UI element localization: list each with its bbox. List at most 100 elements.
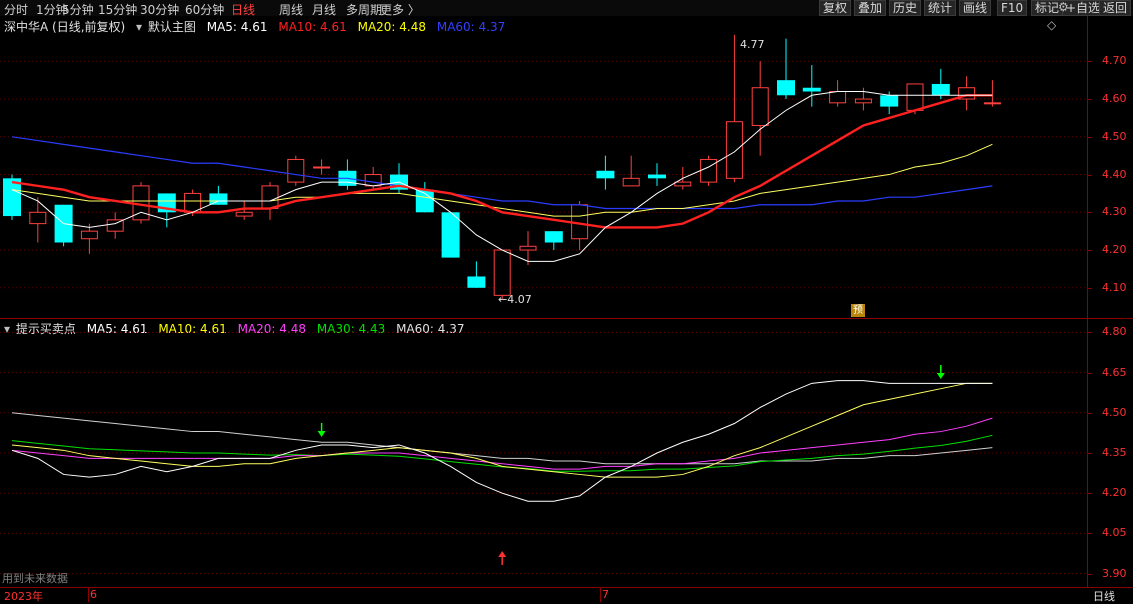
sub-price-tick: 4.35 xyxy=(1102,446,1127,459)
buy-signal-head xyxy=(498,551,507,557)
candle-body xyxy=(467,276,486,288)
month-label-6: 6 xyxy=(90,588,97,601)
top-toolbar: 分时 1分钟 5分钟 15分钟 30分钟 60分钟 日线 周线 月线 多周期 更多 〉 复权 叠加 历史… xyxy=(0,0,1133,17)
sub-price-tick: 4.50 xyxy=(1102,405,1127,419)
settings-icon[interactable]: ⚙ xyxy=(1058,0,1069,14)
candle xyxy=(983,80,1001,107)
price-tick: 4.40 xyxy=(1102,167,1127,181)
toolbar-button-5[interactable]: F10 xyxy=(997,0,1028,16)
candle-body xyxy=(493,249,511,296)
candle xyxy=(390,163,408,194)
candle xyxy=(338,159,357,190)
price-tick: 4.50 xyxy=(1102,129,1127,143)
candle xyxy=(829,80,847,107)
sub-ma30-line xyxy=(11,434,993,472)
candle xyxy=(493,249,511,300)
candle xyxy=(80,223,98,254)
sub-ma60-line xyxy=(11,412,993,465)
candle xyxy=(106,212,124,239)
candle-body xyxy=(80,230,98,240)
candle-body xyxy=(674,181,692,187)
price-tick: 4.70 xyxy=(1102,54,1127,68)
candle xyxy=(54,204,73,247)
candle-body xyxy=(983,102,1001,105)
candle xyxy=(313,159,331,175)
candle xyxy=(3,174,21,220)
candle-body xyxy=(235,211,253,217)
ma10-line xyxy=(11,94,993,229)
sub-price-tick: 4.65 xyxy=(1102,365,1127,379)
candle-body xyxy=(313,166,331,169)
sell-signal-head xyxy=(936,373,945,379)
candle-body xyxy=(287,158,305,183)
candle-body xyxy=(725,121,743,179)
ma5-line xyxy=(11,91,993,262)
price-tick: 4.30 xyxy=(1102,205,1127,219)
candle-body xyxy=(777,80,795,96)
candle xyxy=(648,163,666,186)
candle xyxy=(931,68,950,100)
sub-price-tick: 3.90 xyxy=(1102,566,1127,580)
candle xyxy=(802,65,821,107)
sub-ma5-line xyxy=(11,380,993,502)
sub-price-tick: 4.80 xyxy=(1102,325,1127,339)
candle xyxy=(700,155,718,186)
candle-body xyxy=(441,212,460,258)
toolbar-button-3[interactable]: 统计 xyxy=(924,0,957,16)
month-tick xyxy=(600,588,601,602)
price-tick: 4.20 xyxy=(1102,243,1127,257)
time-axis-border xyxy=(0,587,1133,588)
candle-body xyxy=(906,83,924,111)
future-data-note: 用到未来数据 xyxy=(2,572,68,585)
year-label: 2023年 xyxy=(4,590,43,603)
candle xyxy=(441,212,460,258)
month-label-7: 7 xyxy=(602,588,609,601)
candle-body xyxy=(700,158,718,183)
candle xyxy=(209,185,228,205)
candle xyxy=(777,38,795,100)
candle xyxy=(751,61,769,156)
low-price-label: ←4.07 xyxy=(498,293,532,306)
candle-body xyxy=(596,170,615,179)
candle-body xyxy=(648,174,666,179)
candle xyxy=(725,34,743,183)
candle-body xyxy=(622,177,640,187)
candle xyxy=(29,197,47,243)
toolbar-button-1[interactable]: 叠加 xyxy=(854,0,887,16)
candle xyxy=(467,261,486,288)
pre-badge[interactable]: 预 xyxy=(851,304,865,317)
sell-signal-head xyxy=(317,431,326,437)
sub-price-tick: 4.05 xyxy=(1102,526,1127,540)
candle xyxy=(596,155,615,190)
candle-body xyxy=(261,185,279,210)
candle xyxy=(544,231,563,251)
candle xyxy=(958,76,976,111)
price-tick: 4.60 xyxy=(1102,92,1127,106)
candle-body xyxy=(854,98,872,104)
signal-chart[interactable] xyxy=(0,319,1133,587)
high-price-label: 4.77 xyxy=(740,38,765,51)
candle xyxy=(622,155,640,187)
candle-body xyxy=(751,87,769,126)
price-tick: 4.10 xyxy=(1102,280,1127,294)
candle xyxy=(287,155,305,186)
toolbar-button-2[interactable]: 历史 xyxy=(889,0,922,16)
sub-price-tick: 4.20 xyxy=(1102,486,1127,500)
toolbar-button-0[interactable]: 复权 xyxy=(819,0,852,16)
price-axis-border xyxy=(1087,16,1088,588)
candle-body xyxy=(29,211,47,225)
sub-ma20-line xyxy=(11,417,993,470)
month-tick xyxy=(88,588,89,602)
candle-body xyxy=(544,231,563,243)
candle xyxy=(519,231,537,266)
candle-body xyxy=(209,193,228,205)
candle-body xyxy=(802,87,821,92)
candle-body xyxy=(364,174,382,187)
candle-body xyxy=(880,95,899,107)
candle-body xyxy=(829,91,847,104)
toolbar-button-8[interactable]: 返回 xyxy=(1099,0,1132,16)
period-label[interactable]: 日线 xyxy=(1093,588,1115,604)
candlestick-chart[interactable] xyxy=(0,16,1133,318)
sub-ma10-line xyxy=(11,382,993,478)
toolbar-button-4[interactable]: 画线 xyxy=(959,0,992,16)
